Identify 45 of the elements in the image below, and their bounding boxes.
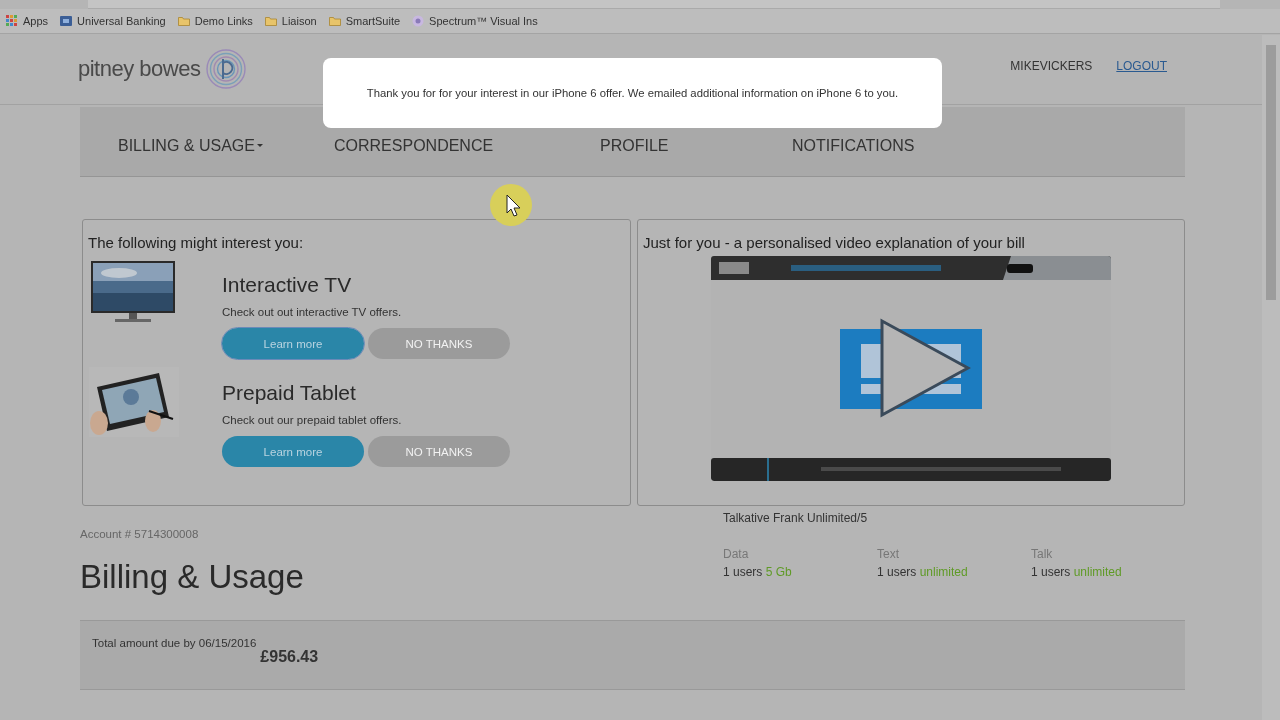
- stat-label: Talk: [1031, 547, 1054, 561]
- bookmark-link[interactable]: Spectrum™ Visual Ins: [429, 15, 538, 27]
- learn-more-button[interactable]: Learn more: [222, 436, 364, 467]
- globe-icon[interactable]: [412, 15, 425, 27]
- bank-icon[interactable]: [60, 15, 73, 27]
- stat-value: 1 users unlimited: [1031, 565, 1123, 579]
- page-heading: Billing & Usage: [80, 558, 305, 596]
- bookmark-link[interactable]: Apps: [23, 15, 49, 27]
- total-label: Total amount due by 06/15/2016: [92, 637, 257, 649]
- folder-icon[interactable]: [177, 15, 190, 27]
- folder-icon[interactable]: [328, 15, 341, 27]
- card-title: Just for you - a personalised video explanation of your bill: [642, 233, 1026, 251]
- logout-link[interactable]: LOGOUT: [1116, 59, 1167, 73]
- nav-tab[interactable]: CORRESPONDENCE: [334, 136, 494, 155]
- offer-description: Check out our prepaid tablet offers.: [222, 414, 403, 426]
- caret-icon: [256, 143, 263, 148]
- play-icon[interactable]: [879, 318, 971, 418]
- offer-description: Check out out interactive TV offers.: [222, 306, 403, 318]
- offer-title: Interactive TV: [222, 273, 353, 297]
- cursor-icon: [489, 183, 533, 227]
- bookmark-link[interactable]: Liaison: [281, 15, 317, 27]
- nav-tab[interactable]: PROFILE: [600, 136, 669, 155]
- bookmark-link[interactable]: Demo Links: [194, 15, 253, 27]
- scrollbar[interactable]: [1262, 35, 1280, 720]
- nav-tab[interactable]: BILLING & USAGE: [118, 136, 263, 155]
- total-amount: £956.43: [260, 648, 319, 666]
- concentric-circles-icon: [206, 49, 247, 89]
- stat-value: 1 users unlimited: [877, 565, 969, 579]
- stat-label: Data: [723, 547, 750, 561]
- user-name: MIKEVICKERS: [1010, 59, 1093, 73]
- logo-text[interactable]: pitney bowes: [78, 56, 201, 82]
- stat-label: Text: [877, 547, 900, 561]
- offer-title: Prepaid Tablet: [222, 381, 357, 405]
- card-title: The following might interest you:: [87, 233, 305, 251]
- account-number: Account # 5714300008: [80, 528, 200, 540]
- dialog-message: Thank you for for your interest in our iPhone 6 offer. We emailed additional information on iPhone 6 to you.: [366, 87, 899, 99]
- nav-tab[interactable]: NOTIFICATIONS: [792, 136, 915, 155]
- learn-more-button[interactable]: Learn more: [222, 328, 364, 359]
- apps-grid-icon[interactable]: [6, 15, 18, 27]
- plan-name: Talkative Frank Unlimited/5: [723, 511, 869, 525]
- stat-value: 1 users 5 Gb: [723, 565, 793, 579]
- bookmark-link[interactable]: SmartSuite: [345, 15, 401, 27]
- folder-icon[interactable]: [264, 15, 277, 27]
- scroll-thumb[interactable]: [1266, 45, 1276, 300]
- bookmark-link[interactable]: Universal Banking: [77, 15, 166, 27]
